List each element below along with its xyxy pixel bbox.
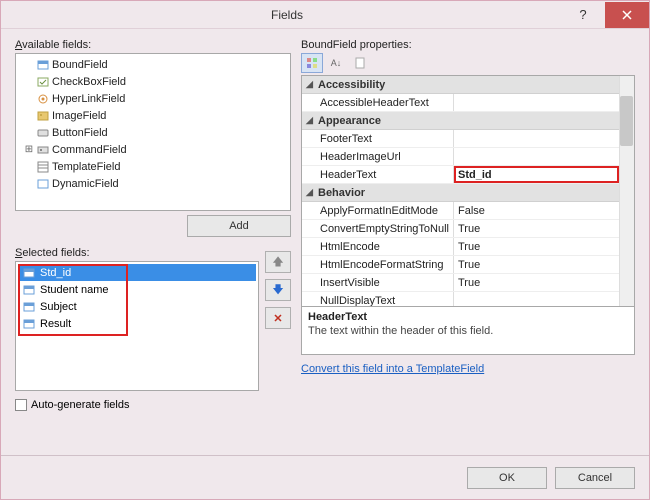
add-button[interactable]: Add xyxy=(187,215,291,237)
list-item[interactable]: Result xyxy=(18,315,256,332)
available-fields-tree[interactable]: BoundField CheckBoxField HyperLinkField … xyxy=(15,53,291,211)
property-grid[interactable]: ◢Accessibility AccessibleHeaderText ◢App… xyxy=(301,75,635,307)
delete-icon: ✕ xyxy=(273,312,282,325)
property-row[interactable]: AccessibleHeaderText xyxy=(302,94,619,112)
categorized-icon xyxy=(306,57,318,69)
property-row[interactable]: FooterText xyxy=(302,130,619,148)
description-title: HeaderText xyxy=(308,311,628,323)
field-icon xyxy=(22,267,36,279)
scrollbar[interactable] xyxy=(619,76,634,306)
property-row[interactable]: HtmlEncodeTrue xyxy=(302,238,619,256)
field-icon xyxy=(36,110,50,122)
field-icon xyxy=(36,59,50,71)
property-row[interactable]: HtmlEncodeFormatStringTrue xyxy=(302,256,619,274)
property-row[interactable]: ConvertEmptyStringToNullTrue xyxy=(302,220,619,238)
available-fields-label: Available fields: xyxy=(15,39,291,51)
autogen-checkbox[interactable] xyxy=(15,399,27,411)
tree-item[interactable]: BoundField xyxy=(18,56,288,73)
category-row[interactable]: ◢Accessibility xyxy=(302,76,619,94)
description-panel: HeaderText The text within the header of… xyxy=(301,307,635,355)
property-row[interactable]: NullDisplayText xyxy=(302,292,619,307)
autogen-label: Auto-generate fields xyxy=(31,399,129,411)
field-icon xyxy=(36,144,50,156)
list-item[interactable]: Student name xyxy=(18,281,256,298)
selected-fields-label: Selected fields: xyxy=(15,247,259,259)
boundfield-props-label: BoundField properties: xyxy=(301,39,635,51)
field-icon xyxy=(22,318,36,330)
autogen-checkbox-row[interactable]: Auto-generate fields xyxy=(15,399,291,411)
tree-item[interactable]: ButtonField xyxy=(18,124,288,141)
field-icon xyxy=(36,178,50,190)
fields-dialog: Fields ? Available fields: BoundField Ch… xyxy=(0,0,650,500)
close-icon xyxy=(622,10,632,20)
property-row[interactable]: InsertVisibleTrue xyxy=(302,274,619,292)
arrow-down-icon: 🡇 xyxy=(272,281,283,300)
ok-button[interactable]: OK xyxy=(467,467,547,489)
dialog-footer: OK Cancel xyxy=(1,455,649,499)
collapse-icon[interactable]: ◢ xyxy=(306,115,318,126)
tree-item[interactable]: ⊞CommandField xyxy=(18,141,288,158)
help-button[interactable]: ? xyxy=(561,2,605,28)
alphabetical-button[interactable]: A↓ xyxy=(325,53,347,73)
tree-item[interactable]: ImageField xyxy=(18,107,288,124)
tree-item[interactable]: DynamicField xyxy=(18,175,288,192)
page-icon xyxy=(354,57,366,69)
tree-item[interactable]: HyperLinkField xyxy=(18,90,288,107)
field-icon xyxy=(36,76,50,88)
sort-icon: A↓ xyxy=(331,58,342,68)
category-row[interactable]: ◢Appearance xyxy=(302,112,619,130)
scroll-thumb[interactable] xyxy=(620,96,633,146)
collapse-icon[interactable]: ◢ xyxy=(306,79,318,90)
field-icon xyxy=(22,301,36,313)
categorized-button[interactable] xyxy=(301,53,323,73)
description-text: The text within the header of this field… xyxy=(308,325,628,337)
titlebar: Fields ? xyxy=(1,1,649,29)
property-row[interactable]: HeaderTextStd_id xyxy=(302,166,619,184)
props-toolbar: A↓ xyxy=(301,53,635,73)
property-row[interactable]: HeaderImageUrl xyxy=(302,148,619,166)
property-row[interactable]: ApplyFormatInEditModeFalse xyxy=(302,202,619,220)
tree-item[interactable]: CheckBoxField xyxy=(18,73,288,90)
move-down-button[interactable]: 🡇 xyxy=(265,279,291,301)
collapse-icon[interactable]: ◢ xyxy=(306,187,318,198)
window-title: Fields xyxy=(13,8,561,22)
close-button[interactable] xyxy=(605,2,649,28)
field-icon xyxy=(36,127,50,139)
list-item[interactable]: Std_id xyxy=(18,264,256,281)
convert-template-link[interactable]: Convert this field into a TemplateField xyxy=(301,363,635,375)
category-row[interactable]: ◢Behavior xyxy=(302,184,619,202)
field-icon xyxy=(22,284,36,296)
properties-page-button[interactable] xyxy=(349,53,371,73)
move-up-button[interactable]: 🡅 xyxy=(265,251,291,273)
cancel-button[interactable]: Cancel xyxy=(555,467,635,489)
delete-button[interactable]: ✕ xyxy=(265,307,291,329)
expand-icon[interactable]: ⊞ xyxy=(24,144,34,155)
list-item[interactable]: Subject xyxy=(18,298,256,315)
selected-fields-list[interactable]: Std_id Student name Subject Result xyxy=(15,261,259,391)
tree-item[interactable]: TemplateField xyxy=(18,158,288,175)
field-icon xyxy=(36,93,50,105)
arrow-up-icon: 🡅 xyxy=(272,253,283,272)
field-icon xyxy=(36,161,50,173)
